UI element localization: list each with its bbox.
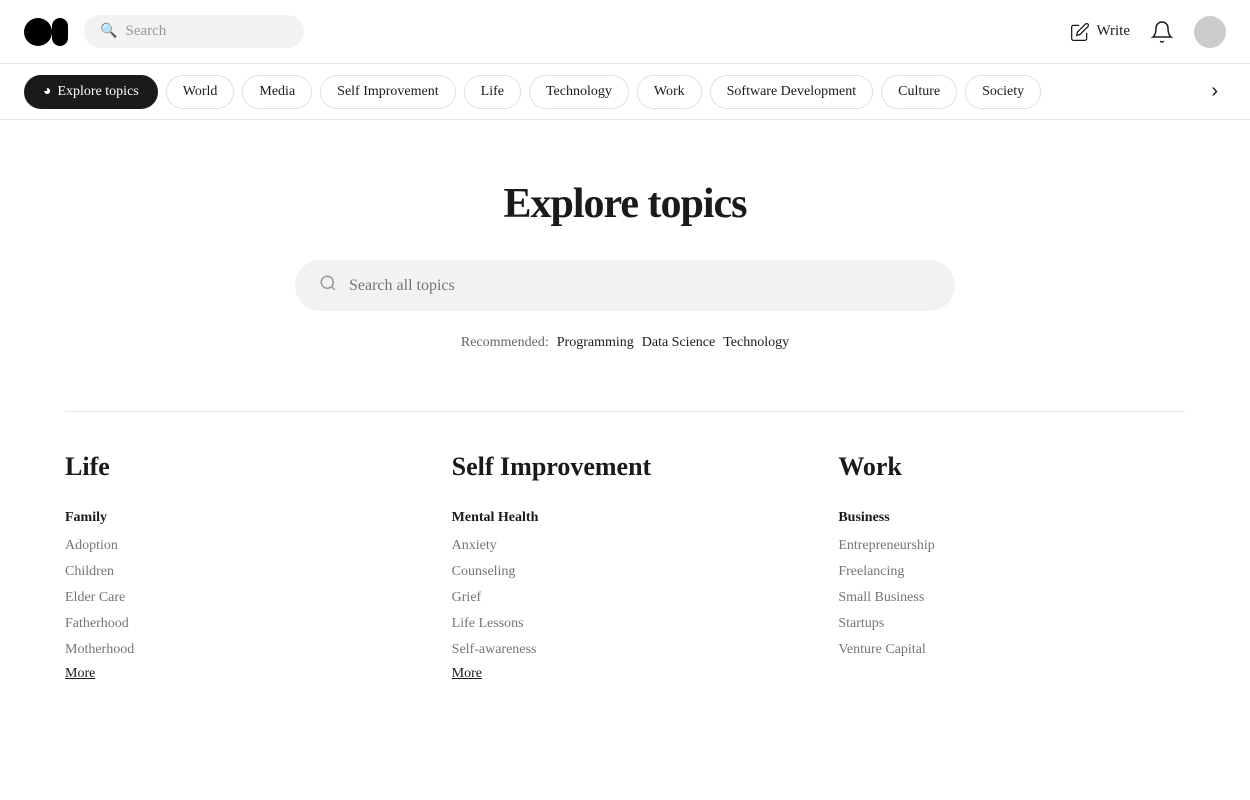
topic-elder-care[interactable]: Elder Care [65,588,412,608]
subcategory-mental-health-title: Mental Health [452,510,799,526]
compass-icon: ◕ [43,84,51,100]
topic-small-business[interactable]: Small Business [838,588,1185,608]
header-right: Write [1070,16,1226,48]
topic-counseling[interactable]: Counseling [452,562,799,582]
write-label: Write [1096,23,1130,40]
subcategory-business: Business Entrepreneurship Freelancing Sm… [838,510,1185,660]
nav-topic-self-improvement[interactable]: Self Improvement [320,75,455,109]
nav-topic-software-development[interactable]: Software Development [710,75,873,109]
topic-motherhood[interactable]: Motherhood [65,640,412,660]
hero-search-bar[interactable] [295,260,955,311]
category-work-title: Work [838,452,1185,482]
recommended-label: Recommended: [461,335,549,351]
category-work: Work Business Entrepreneurship Freelanci… [838,452,1185,702]
recommended-data-science[interactable]: Data Science [642,335,715,351]
pencil-icon [1070,22,1090,42]
avatar[interactable] [1194,16,1226,48]
topic-adoption[interactable]: Adoption [65,536,412,556]
category-life-title: Life [65,452,412,482]
topic-fatherhood[interactable]: Fatherhood [65,614,412,634]
hero-search-icon [319,274,337,297]
subcategory-family-title: Family [65,510,412,526]
header: 🔍 Search Write [0,0,1250,64]
logo[interactable] [24,18,68,46]
category-life: Life Family Adoption Children Elder Care… [65,452,412,702]
topic-venture-capital[interactable]: Venture Capital [838,640,1185,660]
hero-search-input[interactable] [349,277,931,295]
nav-scroll-right-button[interactable]: › [1203,76,1226,107]
hero-section: Explore topics Recommended: Programming … [65,120,1185,391]
search-bar-label: Search [125,23,166,40]
categories-grid: Life Family Adoption Children Elder Care… [65,452,1185,762]
explore-topics-pill[interactable]: ◕ Explore topics [24,75,158,109]
nav-topic-technology[interactable]: Technology [529,75,629,109]
recommended-row: Recommended: Programming Data Science Te… [65,335,1185,351]
search-icon: 🔍 [100,23,117,40]
nav-topic-culture[interactable]: Culture [881,75,957,109]
divider [65,411,1185,412]
subcategory-family: Family Adoption Children Elder Care Fath… [65,510,412,682]
topic-children[interactable]: Children [65,562,412,582]
nav-topic-world[interactable]: World [166,75,235,109]
topic-startups[interactable]: Startups [838,614,1185,634]
nav-topic-society[interactable]: Society [965,75,1041,109]
family-topic-list: Adoption Children Elder Care Fatherhood … [65,536,412,660]
subcategory-mental-health: Mental Health Anxiety Counseling Grief L… [452,510,799,682]
notification-bell-icon[interactable] [1150,20,1174,44]
topic-grief[interactable]: Grief [452,588,799,608]
hero-title: Explore topics [65,180,1185,228]
nav-topic-media[interactable]: Media [242,75,312,109]
header-search-bar[interactable]: 🔍 Search [84,15,304,48]
mental-health-topic-list: Anxiety Counseling Grief Life Lessons Se… [452,536,799,660]
mental-health-more-link[interactable]: More [452,666,482,682]
family-more-link[interactable]: More [65,666,95,682]
topic-anxiety[interactable]: Anxiety [452,536,799,556]
explore-topics-label: Explore topics [57,84,138,100]
main-content: Explore topics Recommended: Programming … [25,120,1225,762]
medium-logo-icon [24,18,68,46]
nav-topic-life[interactable]: Life [464,75,521,109]
category-self-improvement: Self Improvement Mental Health Anxiety C… [452,452,799,702]
category-self-improvement-title: Self Improvement [452,452,799,482]
topic-freelancing[interactable]: Freelancing [838,562,1185,582]
topics-nav: ◕ Explore topics World Media Self Improv… [0,64,1250,120]
subcategory-business-title: Business [838,510,1185,526]
recommended-technology[interactable]: Technology [723,335,789,351]
nav-topic-work[interactable]: Work [637,75,702,109]
topic-self-awareness[interactable]: Self-awareness [452,640,799,660]
recommended-programming[interactable]: Programming [557,335,634,351]
write-button[interactable]: Write [1070,22,1130,42]
topic-life-lessons[interactable]: Life Lessons [452,614,799,634]
topic-entrepreneurship[interactable]: Entrepreneurship [838,536,1185,556]
business-topic-list: Entrepreneurship Freelancing Small Busin… [838,536,1185,660]
